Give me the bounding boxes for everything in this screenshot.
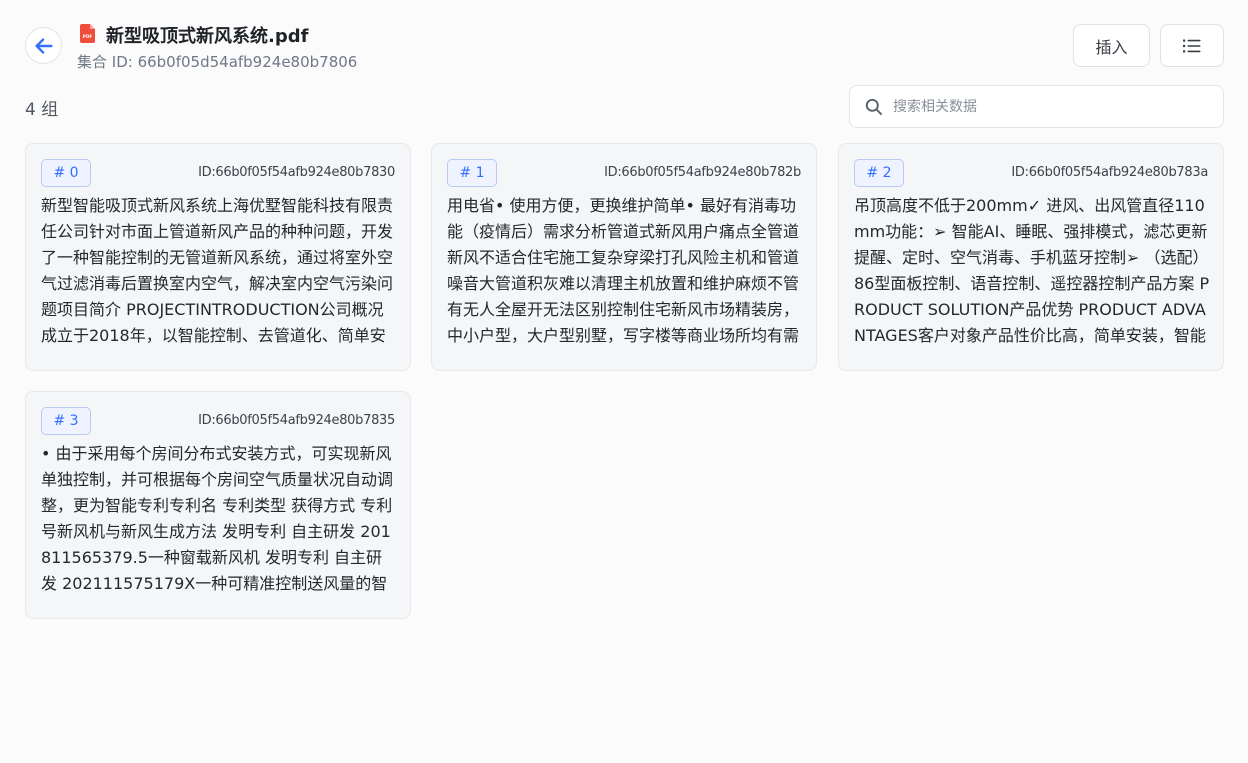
card-content: 用电省• 使用方便，更换维护简单• 最好有消毒功能（疫情后）需求分析管道式新风用…	[447, 196, 800, 353]
card-id: ID:66b0f05f54afb924e80b782b	[604, 165, 801, 180]
data-card[interactable]: # 2 ID:66b0f05f54afb924e80b783a 吊顶高度不低于2…	[838, 143, 1224, 371]
card-id: ID:66b0f05f54afb924e80b783a	[1011, 165, 1208, 180]
search-input[interactable]	[893, 98, 1213, 115]
arrow-left-icon	[34, 37, 53, 54]
card-content: 新型智能吸顶式新风系统上海优墅智能科技有限责任公司针对市面上管道新风产品的种种问…	[41, 196, 394, 353]
card-content: • 由于采用每个房间分布式安装方式，可实现新风单独控制，并可根据每个房间空气质量…	[41, 444, 394, 601]
pdf-file-icon: PDF	[80, 24, 95, 43]
card-id: ID:66b0f05f54afb924e80b7835	[198, 413, 395, 428]
insert-button[interactable]: 插入	[1073, 24, 1150, 67]
card-content: 吊顶高度不低于200mm✓ 进风、出风管直径110mm功能：➢ 智能AI、睡眠、…	[854, 196, 1210, 353]
data-card[interactable]: # 3 ID:66b0f05f54afb924e80b7835 • 由于采用每个…	[25, 391, 411, 619]
file-title: 新型吸顶式新风系统.pdf	[106, 26, 309, 47]
card-index-badge: # 1	[447, 159, 497, 187]
pdf-icon-label: PDF	[83, 34, 93, 39]
card-index-badge: # 2	[854, 159, 904, 187]
card-id: ID:66b0f05f54afb924e80b7830	[198, 165, 395, 180]
data-card[interactable]: # 1 ID:66b0f05f54afb924e80b782b 用电省• 使用方…	[431, 143, 817, 371]
card-index-badge: # 0	[41, 159, 91, 187]
group-count: 4 组	[25, 100, 59, 120]
data-card[interactable]: # 0 ID:66b0f05f54afb924e80b7830 新型智能吸顶式新…	[25, 143, 411, 371]
search-box[interactable]	[849, 85, 1224, 128]
back-button[interactable]	[25, 27, 62, 64]
card-index-badge: # 3	[41, 407, 91, 435]
search-icon	[865, 98, 882, 115]
list-icon	[1183, 39, 1201, 52]
list-menu-button[interactable]	[1160, 24, 1224, 67]
collection-id: 集合 ID: 66b0f05d54afb924e80b7806	[77, 53, 358, 71]
